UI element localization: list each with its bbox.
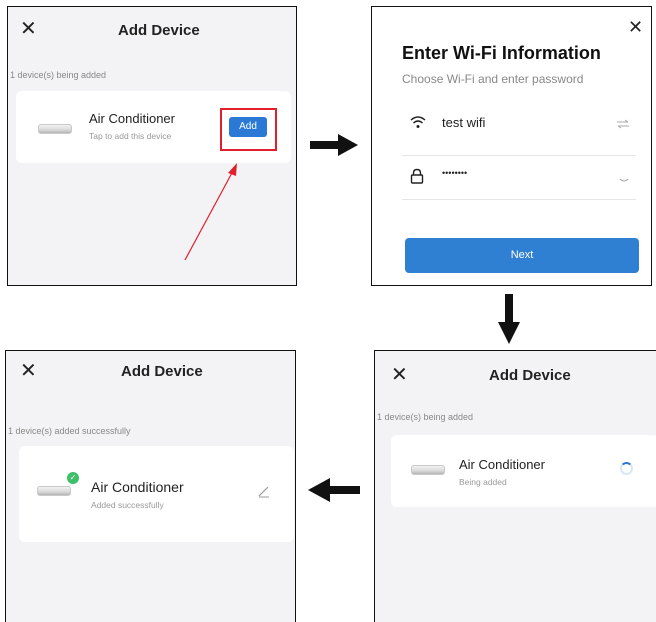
- add-device-screen-success: ✕ Add Device 1 device(s) added successfu…: [5, 350, 296, 622]
- close-icon[interactable]: ✕: [628, 17, 643, 37]
- wifi-name: test wifi: [442, 115, 486, 130]
- close-icon[interactable]: ✕: [20, 19, 37, 39]
- chevron-down-icon[interactable]: [618, 176, 630, 184]
- divider: [402, 155, 636, 156]
- page-title: Add Device: [121, 363, 203, 380]
- page-title: Add Device: [489, 367, 571, 384]
- swap-icon[interactable]: [616, 119, 630, 129]
- arrow-down-icon: [498, 294, 520, 344]
- device-subtitle: Added successfully: [91, 500, 164, 510]
- device-name: Air Conditioner: [91, 479, 184, 495]
- device-subtitle: Being added: [459, 477, 507, 487]
- air-conditioner-icon: [411, 465, 445, 475]
- pointer-arrow: [184, 163, 237, 261]
- edit-icon[interactable]: [257, 484, 271, 498]
- close-icon[interactable]: ✕: [20, 361, 37, 381]
- password-row[interactable]: ••••••••: [402, 162, 636, 198]
- wifi-info-screen: ✕ Enter Wi-Fi Information Choose Wi-Fi a…: [371, 6, 652, 286]
- arrow-right-icon: [310, 134, 358, 156]
- spinner-icon: [620, 462, 633, 475]
- page-subtitle: Choose Wi-Fi and enter password: [402, 72, 584, 86]
- device-subtitle: Tap to add this device: [89, 131, 172, 141]
- device-card[interactable]: Air Conditioner Tap to add this device A…: [16, 91, 291, 163]
- password-input[interactable]: ••••••••: [442, 168, 467, 178]
- check-icon: ✓: [67, 472, 79, 484]
- device-name: Air Conditioner: [89, 111, 175, 126]
- air-conditioner-icon: [37, 486, 71, 496]
- divider: [402, 199, 636, 200]
- arrow-left-icon: [308, 478, 360, 502]
- device-card[interactable]: Air Conditioner Being added: [391, 435, 656, 507]
- next-button[interactable]: Next: [405, 238, 639, 273]
- device-name: Air Conditioner: [459, 457, 545, 472]
- status-text: 1 device(s) being added: [10, 70, 107, 80]
- status-text: 1 device(s) added successfully: [8, 426, 131, 436]
- lock-icon: [410, 168, 424, 184]
- device-card[interactable]: ✓ Air Conditioner Added successfully: [19, 446, 294, 542]
- highlight-box: [220, 108, 277, 151]
- wifi-icon: [410, 116, 426, 128]
- add-device-screen-progress: ✕ Add Device 1 device(s) being added Air…: [374, 350, 656, 622]
- status-text: 1 device(s) being added: [377, 412, 474, 422]
- page-title: Add Device: [118, 22, 200, 39]
- add-device-screen-step1: ✕ Add Device 1 device(s) being added Air…: [7, 6, 297, 286]
- wifi-select-row[interactable]: test wifi: [402, 107, 636, 147]
- page-title: Enter Wi-Fi Information: [402, 43, 601, 63]
- close-icon[interactable]: ✕: [391, 365, 408, 385]
- air-conditioner-icon: [38, 124, 72, 134]
